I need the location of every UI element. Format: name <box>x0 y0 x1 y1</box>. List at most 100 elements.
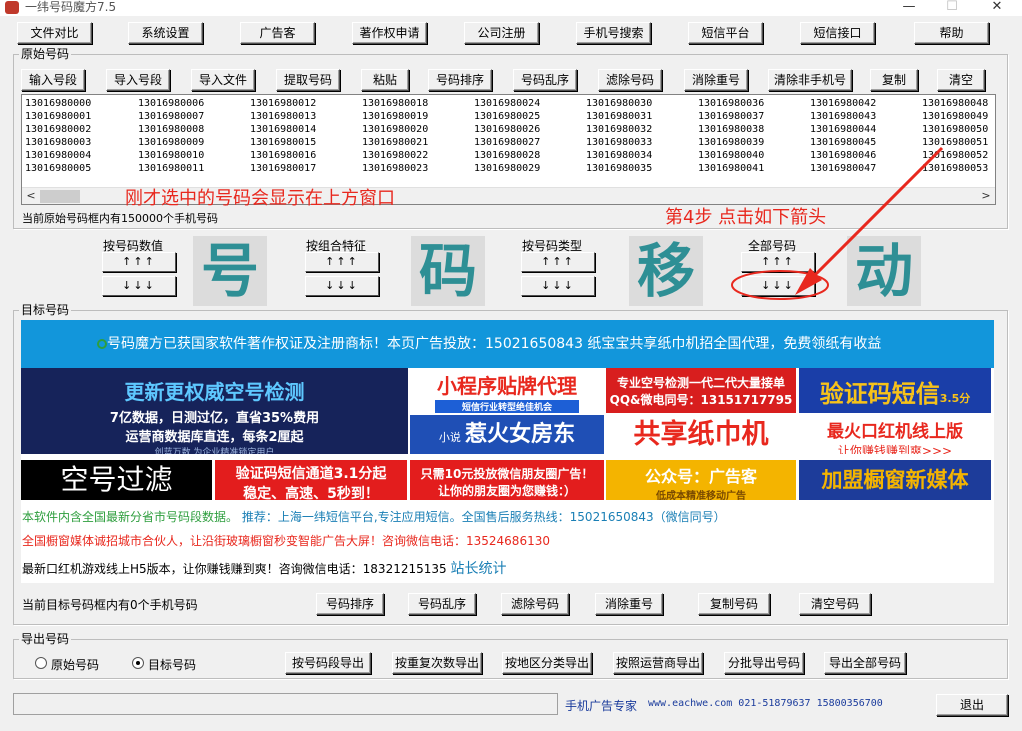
number-item[interactable]: 13016980016 <box>250 149 316 162</box>
number-item[interactable]: 13016980038 <box>698 123 764 136</box>
top-ad-banner[interactable]: 号码魔方已获国家软件著作权证及注册商标！本页广告投放：15021650843 纸… <box>21 320 994 368</box>
number-item[interactable]: 13016980013 <box>250 110 316 123</box>
by-type-up-button[interactable]: ↑↑↑ <box>521 252 595 272</box>
export-all-button[interactable]: 导出全部号码 <box>824 652 906 674</box>
company-register-button[interactable]: 公司注册 <box>464 22 539 44</box>
info-link[interactable]: 推荐：上海一纬短信平台,专注应用短信。全国售后服务热线：15021650843（… <box>242 510 726 524</box>
number-item[interactable]: 13016980026 <box>474 123 540 136</box>
number-item[interactable]: 13016980032 <box>586 123 652 136</box>
by-pattern-up-button[interactable]: ↑↑↑ <box>305 252 379 272</box>
input-segment-button[interactable]: 输入号段 <box>21 69 85 91</box>
site-stats-link[interactable]: 站长统计 <box>450 561 506 577</box>
number-item[interactable]: 13016980002 <box>25 123 91 136</box>
system-settings-button[interactable]: 系统设置 <box>128 22 203 44</box>
ad-empty-filter[interactable]: 空号过滤 <box>21 460 212 500</box>
number-item[interactable]: 13016980020 <box>362 123 428 136</box>
number-item[interactable]: 13016980028 <box>474 149 540 162</box>
number-item[interactable]: 13016980053 <box>922 162 988 175</box>
number-item[interactable]: 13016980012 <box>250 97 316 110</box>
import-segment-button[interactable]: 导入号段 <box>106 69 170 91</box>
minimize-button[interactable]: — <box>895 0 923 15</box>
export-by-segment-button[interactable]: 按号码段导出 <box>285 652 371 674</box>
number-item[interactable]: 13016980042 <box>810 97 876 110</box>
ad-wechat-moments[interactable]: 只需10元投放微信朋友圈广告！ 让你的朋友圈为您赚钱：） <box>410 460 604 500</box>
number-item[interactable]: 13016980030 <box>586 97 652 110</box>
copy-button[interactable]: 复制 <box>870 69 918 91</box>
number-item[interactable]: 13016980044 <box>810 123 876 136</box>
number-item[interactable]: 13016980034 <box>586 149 652 162</box>
clear-button[interactable]: 清空 <box>937 69 985 91</box>
number-item[interactable]: 13016980031 <box>586 110 652 123</box>
number-item[interactable]: 13016980004 <box>25 149 91 162</box>
ad-empty-check-orders[interactable]: 专业空号检测一代二代大量接单 QQ&微电同号：13151717795 <box>606 368 796 413</box>
dedupe-button[interactable]: 消除重号 <box>684 69 748 91</box>
ad-verification-sms[interactable]: 验证码短信3.5分 <box>799 368 991 413</box>
number-item[interactable]: 13016980014 <box>250 123 316 136</box>
paste-button[interactable]: 粘贴 <box>361 69 409 91</box>
footer-brand[interactable]: 手机广告专家 <box>565 697 637 714</box>
clear-non-mobile-button[interactable]: 清除非手机号 <box>768 69 852 91</box>
ad-empty-number-check[interactable]: 更新更权威空号检测 7亿数据，日测过亿，直省35%费用 运营商数据库直连，每条2… <box>21 368 408 454</box>
number-item[interactable]: 13016980052 <box>922 149 988 162</box>
ad-lipstick-machine[interactable]: 最火口红机线上版 让你赚钱赚到爽>>> <box>799 415 991 454</box>
number-item[interactable]: 13016980024 <box>474 97 540 110</box>
number-item[interactable]: 13016980006 <box>138 97 204 110</box>
target-shuffle-button[interactable]: 号码乱序 <box>408 593 476 615</box>
export-by-region-button[interactable]: 按地区分类导出 <box>502 652 592 674</box>
scroll-thumb[interactable] <box>40 190 80 203</box>
ad-mini-program[interactable]: 小程序贴牌代理 短信行业转型绝佳机会 <box>410 368 604 413</box>
target-dedupe-button[interactable]: 消除重号 <box>595 593 663 615</box>
advertiser-button[interactable]: 广告客 <box>240 22 315 44</box>
number-item[interactable]: 13016980017 <box>250 162 316 175</box>
sms-api-button[interactable]: 短信接口 <box>800 22 875 44</box>
footer-contact[interactable]: www.eachwe.com 021-51879637 15800356700 <box>648 698 883 709</box>
number-item[interactable]: 13016980043 <box>810 110 876 123</box>
number-item[interactable]: 13016980021 <box>362 136 428 149</box>
scroll-right-icon[interactable]: > <box>978 189 994 204</box>
exit-button[interactable]: 退出 <box>936 694 1008 716</box>
number-item[interactable]: 13016980001 <box>25 110 91 123</box>
file-compare-button[interactable]: 文件对比 <box>17 22 92 44</box>
number-item[interactable]: 13016980041 <box>698 162 764 175</box>
ad-window-media[interactable]: 加盟橱窗新媒体 <box>799 460 991 500</box>
filter-numbers-button[interactable]: 滤除号码 <box>598 69 662 91</box>
number-item[interactable]: 13016980040 <box>698 149 764 162</box>
target-copy-button[interactable]: 复制号码 <box>698 593 770 615</box>
by-value-up-button[interactable]: ↑↑↑ <box>102 252 176 272</box>
number-item[interactable]: 13016980015 <box>250 136 316 149</box>
ad-sms-channel[interactable]: 验证码短信通道3.1分起 稳定、高速、5秒到！ <box>215 460 407 500</box>
number-item[interactable]: 13016980035 <box>586 162 652 175</box>
number-item[interactable]: 13016980011 <box>138 162 204 175</box>
number-item[interactable]: 13016980029 <box>474 162 540 175</box>
export-by-repeat-button[interactable]: 按重复次数导出 <box>392 652 482 674</box>
target-filter-button[interactable]: 滤除号码 <box>501 593 569 615</box>
number-item[interactable]: 13016980051 <box>922 136 988 149</box>
number-item[interactable]: 13016980025 <box>474 110 540 123</box>
sort-numbers-button[interactable]: 号码排序 <box>428 69 492 91</box>
scroll-left-icon[interactable]: < <box>23 189 39 204</box>
ad-novel[interactable]: 小说 惹火女房东 <box>410 415 604 454</box>
info-text[interactable]: 最新口红机游戏线上H5版本，让你赚钱赚到爽！咨询微信电话：18321215135 <box>22 562 447 576</box>
number-item[interactable]: 13016980047 <box>810 162 876 175</box>
number-item[interactable]: 13016980000 <box>25 97 91 110</box>
number-item[interactable]: 13016980008 <box>138 123 204 136</box>
maximize-button[interactable]: ☐ <box>938 0 966 15</box>
number-item[interactable]: 13016980039 <box>698 136 764 149</box>
sms-platform-button[interactable]: 短信平台 <box>688 22 763 44</box>
number-item[interactable]: 13016980019 <box>362 110 428 123</box>
number-item[interactable]: 13016980009 <box>138 136 204 149</box>
number-item[interactable]: 13016980046 <box>810 149 876 162</box>
number-item[interactable]: 13016980022 <box>362 149 428 162</box>
number-item[interactable]: 13016980007 <box>138 110 204 123</box>
extract-numbers-button[interactable]: 提取号码 <box>276 69 340 91</box>
number-item[interactable]: 13016980049 <box>922 110 988 123</box>
number-item[interactable]: 13016980023 <box>362 162 428 175</box>
phone-search-button[interactable]: 手机号搜索 <box>576 22 651 44</box>
by-value-down-button[interactable]: ↓↓↓ <box>102 276 176 296</box>
shuffle-numbers-button[interactable]: 号码乱序 <box>513 69 577 91</box>
close-button[interactable]: ✕ <box>983 0 1011 15</box>
radio-target[interactable] <box>132 657 144 669</box>
help-button[interactable]: 帮助 <box>914 22 989 44</box>
number-item[interactable]: 13016980036 <box>698 97 764 110</box>
by-pattern-down-button[interactable]: ↓↓↓ <box>305 276 379 296</box>
